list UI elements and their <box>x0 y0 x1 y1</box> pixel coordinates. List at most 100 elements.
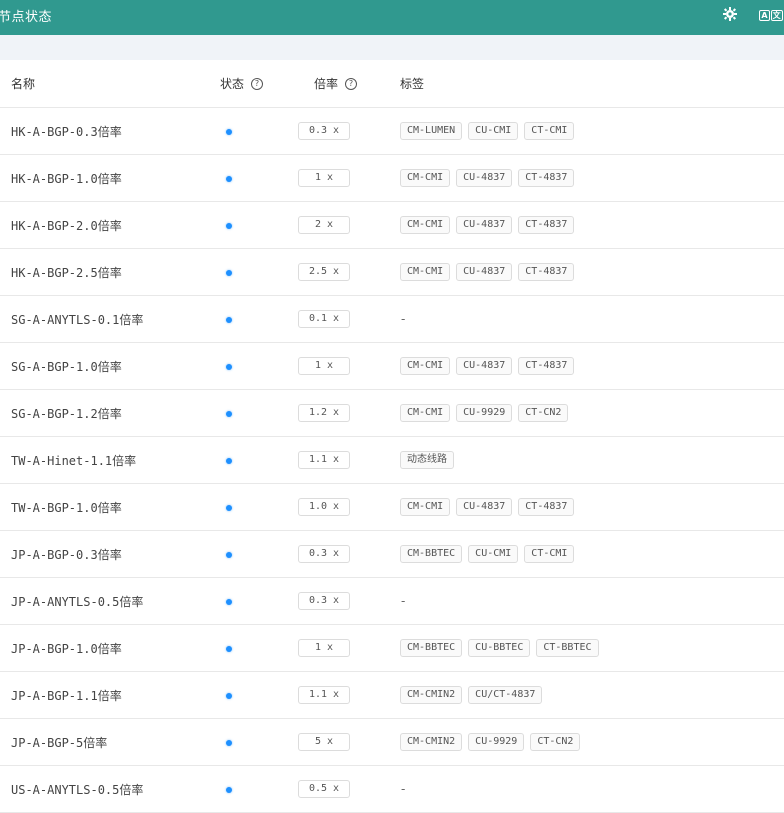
route-tag: CU-4837 <box>456 263 513 281</box>
rate-badge: 0.3 x <box>298 592 350 610</box>
table-row[interactable]: TW-A-Hinet-1.1倍率 1.1 x 动态线路 <box>0 436 784 484</box>
route-tag: CM-CMI <box>400 357 451 375</box>
help-icon-rate[interactable]: ? <box>345 77 358 90</box>
rate-badge: 1 x <box>298 357 350 375</box>
rate-badge: 2 x <box>298 216 350 234</box>
route-tag: CM-BBTEC <box>400 545 463 563</box>
node-rate-cell: 5 x <box>298 718 389 766</box>
table-row[interactable]: HK-A-BGP-2.5倍率 2.5 x CM-CMI CU-4837 CT-4837 <box>0 248 784 296</box>
node-name: HK-A-BGP-2.0倍率 <box>0 201 205 249</box>
route-tag: CT-4837 <box>518 498 575 516</box>
column-header-tags: 标签 <box>389 60 784 108</box>
status-online-indicator <box>226 129 232 135</box>
table-row[interactable]: HK-A-BGP-2.0倍率 2 x CM-CMI CU-4837 CT-4837 <box>0 201 784 249</box>
table-row[interactable]: JP-A-BGP-1.1倍率 1.1 x CM-CMIN2 CU/CT-4837 <box>0 671 784 719</box>
header-spacer <box>0 35 784 60</box>
page-title: 节点状态 <box>0 10 53 25</box>
table-row[interactable]: SG-A-ANYTLS-0.1倍率 0.1 x - <box>0 295 784 343</box>
rate-badge: 0.5 x <box>298 780 350 798</box>
table-row[interactable]: US-A-ANYTLS-0.5倍率 0.5 x - <box>0 765 784 813</box>
node-rate-cell: 0.3 x <box>298 577 389 625</box>
status-online-indicator <box>226 364 232 370</box>
column-header-name: 名称 <box>0 60 205 108</box>
node-status-cell <box>205 436 301 484</box>
node-name: TW-A-Hinet-1.1倍率 <box>0 436 205 484</box>
node-status-cell <box>205 624 301 672</box>
status-online-indicator <box>226 693 232 699</box>
node-rate-cell: 1 x <box>298 154 389 202</box>
table-row[interactable]: JP-A-BGP-5倍率 5 x CM-CMIN2 CU-9929 CT-CN2 <box>0 718 784 766</box>
node-tags-cell: CM-BBTEC CU-CMI CT-CMI <box>389 530 784 578</box>
table-row[interactable]: JP-A-BGP-1.0倍率 1 x CM-BBTEC CU-BBTEC CT-BBTE… <box>0 624 784 672</box>
node-name: SG-A-ANYTLS-0.1倍率 <box>0 295 205 343</box>
route-tag: CU-4837 <box>456 169 513 187</box>
rate-badge: 1.1 x <box>298 686 350 704</box>
rate-badge: 1.1 x <box>298 451 350 469</box>
node-rate-cell: 0.1 x <box>298 295 389 343</box>
translate-icon-left: A <box>759 9 770 21</box>
node-tags-cell: CM-CMIN2 CU/CT-4837 <box>389 671 784 719</box>
route-tag: CU-CMI <box>468 545 519 563</box>
route-tag: CU-BBTEC <box>468 639 531 657</box>
node-name: SG-A-BGP-1.0倍率 <box>0 342 205 390</box>
node-tags-cell: CM-CMI CU-4837 CT-4837 <box>389 154 784 202</box>
route-tag: CU-4837 <box>456 498 513 516</box>
empty-tags-placeholder: - <box>401 312 406 326</box>
route-tag: CU/CT-4837 <box>468 686 543 704</box>
node-rate-cell: 1 x <box>298 624 389 672</box>
node-tags-cell: CM-CMI CU-4837 CT-4837 <box>389 201 784 249</box>
gear-icon[interactable] <box>723 7 737 21</box>
table-row[interactable]: SG-A-BGP-1.0倍率 1 x CM-CMI CU-4837 CT-4837 <box>0 342 784 390</box>
route-tag: CT-BBTEC <box>536 639 599 657</box>
node-status-cell <box>205 201 301 249</box>
table-row[interactable]: TW-A-BGP-1.0倍率 1.0 x CM-CMI CU-4837 CT-4837 <box>0 483 784 531</box>
node-rate-cell: 1.2 x <box>298 389 389 437</box>
node-status-cell <box>205 718 301 766</box>
app-header: 节点状态 A 文 <box>0 0 784 35</box>
table-row[interactable]: JP-A-BGP-0.3倍率 0.3 x CM-BBTEC CU-CMI CT-CMI <box>0 530 784 578</box>
node-status-cell <box>205 107 301 155</box>
table-row[interactable]: HK-A-BGP-1.0倍率 1 x CM-CMI CU-4837 CT-4837 <box>0 154 784 202</box>
route-tag: CT-CN2 <box>518 404 569 422</box>
node-tags-cell: CM-CMI CU-9929 CT-CN2 <box>389 389 784 437</box>
column-header-rate-label: 倍率 <box>314 77 339 91</box>
rate-badge: 1.0 x <box>298 498 350 516</box>
route-tag: CU-4837 <box>456 357 513 375</box>
rate-badge: 2.5 x <box>298 263 350 281</box>
node-rate-cell: 0.3 x <box>298 107 389 155</box>
status-online-indicator <box>226 458 232 464</box>
node-rate-cell: 1 x <box>298 342 389 390</box>
table-row[interactable]: HK-A-BGP-0.3倍率 0.3 x CM-LUMEN CU-CMI CT-CMI <box>0 107 784 155</box>
status-online-indicator <box>226 317 232 323</box>
status-online-indicator <box>226 176 232 182</box>
rate-badge: 0.3 x <box>298 122 350 140</box>
help-icon-status[interactable]: ? <box>251 77 264 90</box>
status-online-indicator <box>226 740 232 746</box>
table-row[interactable]: SG-A-BGP-1.2倍率 1.2 x CM-CMI CU-9929 CT-CN2 <box>0 389 784 437</box>
status-online-indicator <box>226 505 232 511</box>
table-row[interactable]: JP-A-ANYTLS-0.5倍率 0.3 x - <box>0 577 784 625</box>
rate-badge: 5 x <box>298 733 350 751</box>
node-status-cell <box>205 483 301 531</box>
route-tag: CT-CMI <box>524 545 575 563</box>
node-status-cell <box>205 295 301 343</box>
route-tag: CM-CMIN2 <box>400 686 463 704</box>
status-online-indicator <box>226 223 232 229</box>
route-tag: CM-CMI <box>400 216 451 234</box>
translate-icon[interactable]: A 文 <box>759 8 783 22</box>
node-name: SG-A-BGP-1.2倍率 <box>0 389 205 437</box>
node-tags-cell: CM-CMI CU-4837 CT-4837 <box>389 342 784 390</box>
node-tags-cell: CM-CMIN2 CU-9929 CT-CN2 <box>389 718 784 766</box>
empty-tags-placeholder: - <box>401 594 406 608</box>
node-rate-cell: 0.5 x <box>298 765 389 813</box>
column-header-status-label: 状态 <box>220 77 245 91</box>
route-tag: CM-CMI <box>400 498 451 516</box>
node-tags-cell: - <box>389 765 784 813</box>
node-name: HK-A-BGP-1.0倍率 <box>0 154 205 202</box>
node-tags-cell: 动态线路 <box>389 436 784 484</box>
node-name: JP-A-BGP-0.3倍率 <box>0 530 205 578</box>
node-status-table: 名称 状态 ? 倍率 ? 标签 HK-A-BGP-0.3倍率 0.3 x CM-LU… <box>0 60 784 813</box>
rate-badge: 0.3 x <box>298 545 350 563</box>
node-status-cell <box>205 248 301 296</box>
node-status-cell <box>205 530 301 578</box>
